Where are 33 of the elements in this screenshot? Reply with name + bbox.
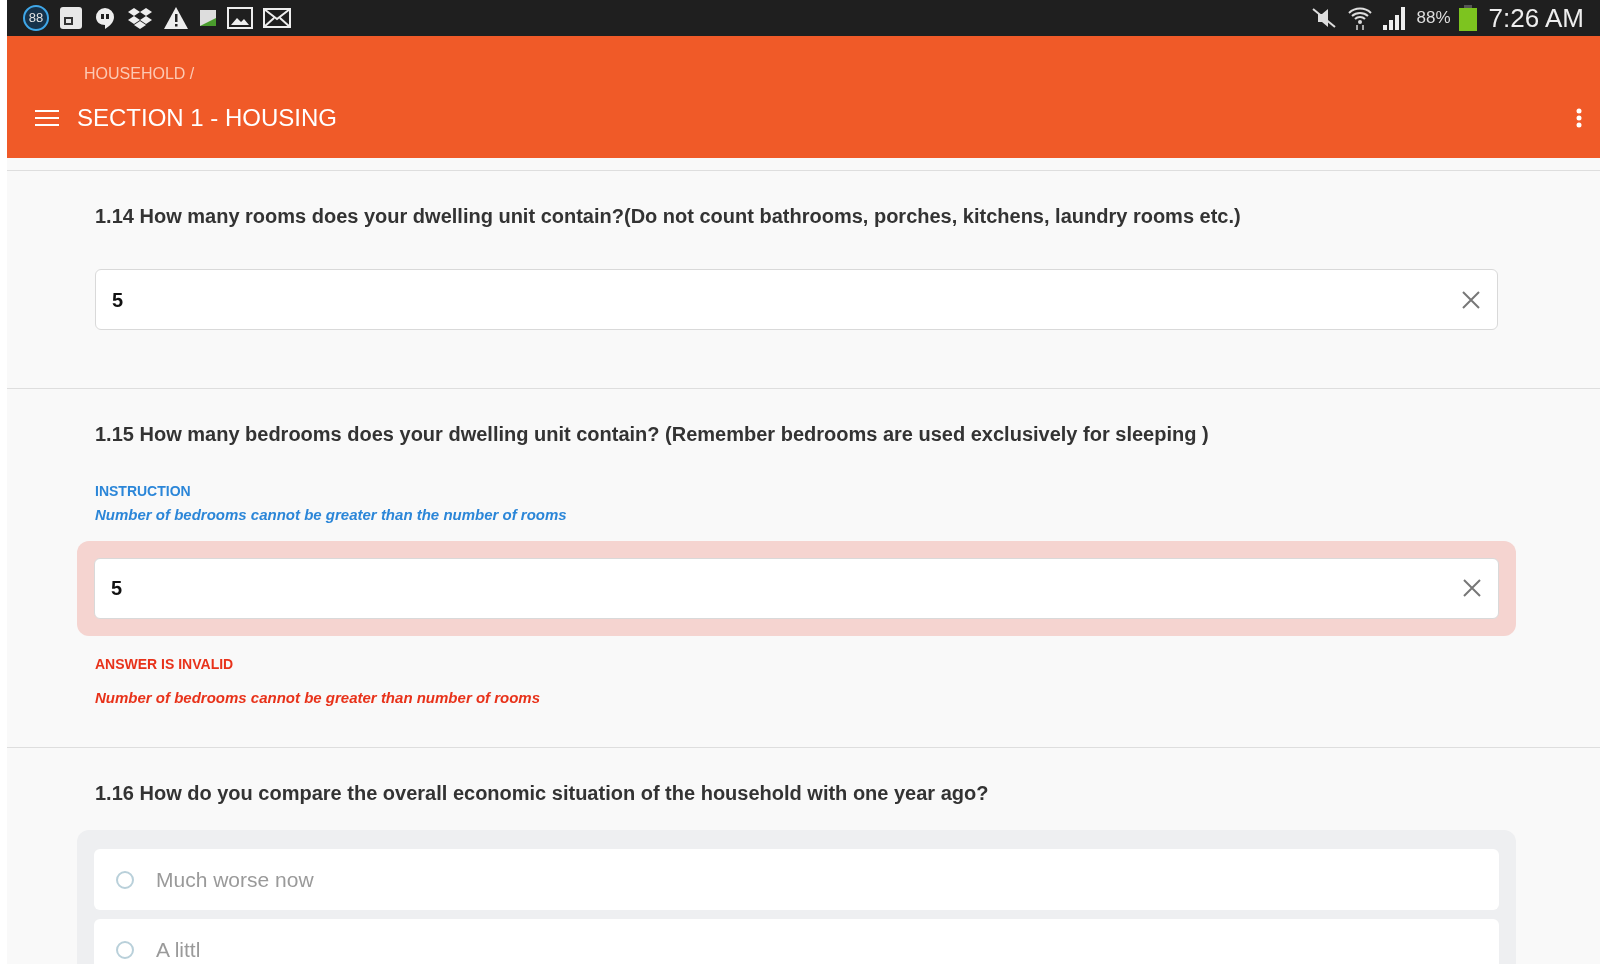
question-label: 1.15 How many bedrooms does your dwelling unit contain? (Remember bedrooms are used exclusively for sleeping ) xyxy=(95,422,1210,447)
breadcrumb: HOUSEHOLD / xyxy=(84,64,196,84)
app-icon xyxy=(59,6,83,30)
warning-icon xyxy=(163,6,189,30)
radio-button[interactable] xyxy=(116,940,134,959)
answer-field[interactable]: 5 xyxy=(95,269,1498,330)
radio-button[interactable] xyxy=(116,870,134,889)
battery-icon xyxy=(1458,5,1477,31)
image-icon xyxy=(227,7,253,29)
wifi-icon xyxy=(1346,5,1373,31)
battery-percent: 88% xyxy=(1416,7,1451,30)
more-icon[interactable] xyxy=(1576,108,1582,128)
option-label: A littl xyxy=(156,936,201,963)
section-title: SECTION 1 - HOUSING xyxy=(77,103,338,133)
menu-icon[interactable] xyxy=(35,109,59,127)
question-label: 1.16 How do you compare the overall economic situation of the household with one year ago? xyxy=(95,781,990,806)
option-label: Much worse now xyxy=(156,866,314,893)
network-icon xyxy=(199,9,217,27)
clear-icon[interactable] xyxy=(1462,578,1482,598)
answer-value: 5 xyxy=(112,287,124,313)
chat-icon xyxy=(93,6,117,30)
error-title: ANSWER IS INVALID xyxy=(95,654,235,674)
answer-value: 5 xyxy=(111,576,123,601)
notification-badge: 88 xyxy=(23,5,49,31)
error-message: Number of bedrooms cannot be greater than number of rooms xyxy=(95,687,542,708)
question-label: 1.14 How many rooms does your dwelling unit contain?(Do not count bathrooms, porches, kitchens, laundry rooms etc.) xyxy=(95,204,1242,229)
clock: 7:26 AM xyxy=(1488,1,1584,35)
dropbox-icon xyxy=(127,6,153,30)
mail-icon xyxy=(263,8,291,28)
instruction-text: Number of bedrooms cannot be greater than the number of rooms xyxy=(95,505,568,525)
answer-field[interactable]: 5 xyxy=(94,557,1499,619)
instruction-title: INSTRUCTION xyxy=(95,482,192,501)
clear-icon[interactable] xyxy=(1461,289,1481,310)
